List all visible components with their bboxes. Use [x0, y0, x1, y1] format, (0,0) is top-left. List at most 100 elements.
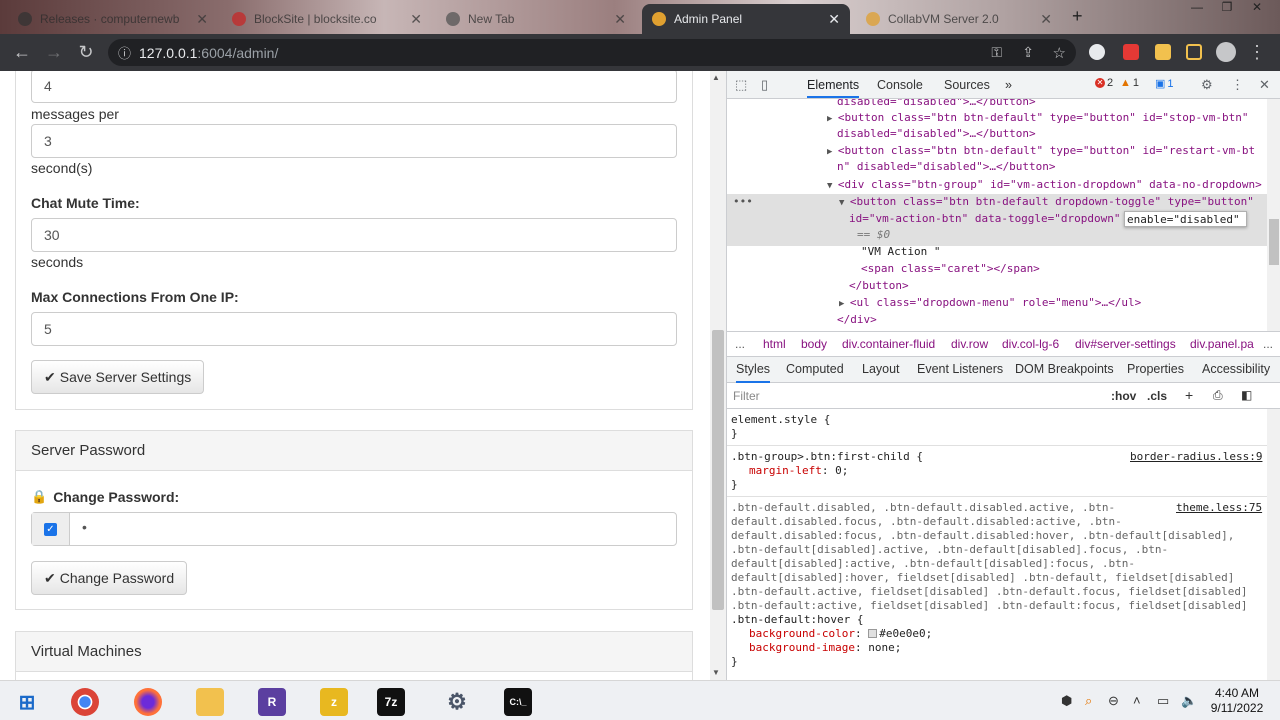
- ellipsis-icon[interactable]: •••: [733, 194, 753, 210]
- css-selector[interactable]: default.disabled:focus, .btn-default.dis…: [731, 529, 1234, 543]
- chevron-up-icon[interactable]: ˄: [1133, 693, 1141, 708]
- tab-accessibility[interactable]: Accessibility: [1202, 362, 1270, 376]
- back-icon[interactable]: ←: [11, 41, 33, 63]
- css-selector[interactable]: default[disabled]:active, .btn-default[d…: [731, 557, 1135, 571]
- css-source-link[interactable]: border-radius.less:9: [1130, 450, 1262, 464]
- command-prompt-icon[interactable]: C:\_: [504, 688, 532, 716]
- network-icon[interactable]: ▭: [1157, 693, 1169, 709]
- tab-dom-breakpoints[interactable]: DOM Breakpoints: [1015, 362, 1114, 376]
- expand-arrow-icon[interactable]: ▶: [839, 299, 850, 309]
- settings-gear-icon[interactable]: ⚙: [1201, 77, 1213, 93]
- devtools-menu-icon[interactable]: ⋮: [1231, 77, 1244, 93]
- sidebar-icon[interactable]: [1186, 44, 1202, 60]
- attribute-edit-box[interactable]: enable="disabled": [1124, 211, 1247, 227]
- message-limit-field[interactable]: 4: [31, 71, 677, 103]
- restore-icon[interactable]: ❐: [1212, 0, 1242, 18]
- toggle-sidebar-icon[interactable]: ◧: [1241, 388, 1252, 402]
- css-selector[interactable]: .btn-default.active, fieldset[disabled] …: [731, 585, 1248, 599]
- styles-scrollbar[interactable]: [1267, 409, 1280, 680]
- css-declaration[interactable]: background-color: #e0e0e0;: [749, 627, 932, 641]
- 7zip-icon[interactable]: 7z: [377, 688, 405, 716]
- tab-releases[interactable]: Releases · computernewb ✕: [8, 4, 218, 34]
- attribute-edit-text[interactable]: enable="disabled": [1127, 212, 1240, 228]
- warning-badge[interactable]: ▲ 1: [1120, 77, 1139, 89]
- css-declaration[interactable]: margin-left: 0;: [749, 464, 848, 478]
- remote-desktop-icon[interactable]: R: [258, 688, 286, 716]
- tab-properties[interactable]: Properties: [1127, 362, 1184, 376]
- tab-blocksite[interactable]: BlockSite | blocksite.co ✕: [222, 4, 432, 34]
- tab-layout[interactable]: Layout: [862, 362, 900, 376]
- save-server-settings-button[interactable]: ✔ Save Server Settings: [31, 360, 205, 394]
- share-icon[interactable]: ⇪: [1022, 44, 1034, 61]
- chat-mute-field[interactable]: 30: [31, 218, 677, 252]
- breadcrumb-item[interactable]: html: [763, 337, 786, 351]
- dom-line[interactable]: ▶ <ul class="dropdown-menu" role="menu">…: [839, 295, 1141, 312]
- class-toggle[interactable]: .cls: [1147, 389, 1167, 403]
- scroll-down-icon[interactable]: ▼: [712, 668, 720, 677]
- device-toggle-icon[interactable]: ▯: [761, 77, 768, 93]
- close-icon[interactable]: ✕: [614, 11, 626, 28]
- tray-app-icon[interactable]: ⬢: [1061, 693, 1072, 709]
- collapse-arrow-icon[interactable]: ▼: [839, 198, 850, 208]
- minimize-icon[interactable]: —: [1182, 0, 1212, 18]
- css-selector[interactable]: .btn-default[disabled].active, .btn-defa…: [731, 543, 1168, 557]
- system-clock[interactable]: 4:40 AM 9/11/2022: [1200, 686, 1274, 716]
- dom-line[interactable]: </button>: [849, 278, 909, 294]
- dom-line[interactable]: <span class="caret"></span>: [861, 261, 1040, 277]
- tab-new-tab[interactable]: New Tab ✕: [436, 4, 636, 34]
- computed-styles-icon[interactable]: ⎙: [1213, 388, 1223, 403]
- reload-icon[interactable]: ↻: [75, 41, 97, 63]
- page-scrollbar-thumb[interactable]: [712, 330, 724, 610]
- elements-scrollbar-thumb[interactable]: [1269, 219, 1279, 265]
- styles-filter-input[interactable]: Filter: [733, 389, 760, 403]
- message-badge[interactable]: ▣ 1: [1155, 77, 1174, 91]
- breadcrumb-item[interactable]: div.col-lg-6: [1002, 337, 1059, 351]
- password-enable-checkbox[interactable]: ✓: [32, 513, 70, 545]
- dom-line[interactable]: </div>: [837, 312, 877, 328]
- zip-app-icon[interactable]: z: [320, 688, 348, 716]
- search-tray-icon[interactable]: ⌕: [1085, 693, 1092, 709]
- hover-toggle[interactable]: :hov: [1111, 389, 1136, 403]
- dom-line-selected[interactable]: id="vm-action-btn" data-toggle="dropdown…: [849, 211, 1121, 227]
- dom-line[interactable]: ▶ <button class="btn btn-default" type="…: [827, 110, 1248, 127]
- more-tabs-icon[interactable]: »: [1005, 78, 1012, 92]
- dom-line-selected[interactable]: ▼ <button class="btn btn-default dropdow…: [839, 194, 1254, 211]
- extensions-puzzle-icon[interactable]: [1155, 44, 1171, 60]
- blocksite-icon[interactable]: [1123, 44, 1139, 60]
- close-icon[interactable]: ✕: [1040, 11, 1052, 28]
- dom-line[interactable]: n" disabled="disabled">…</button>: [837, 159, 1056, 175]
- profile-flag-icon[interactable]: [1089, 44, 1105, 60]
- forward-icon[interactable]: →: [43, 41, 65, 63]
- new-rule-plus-icon[interactable]: +: [1185, 387, 1193, 403]
- css-selector[interactable]: .btn-default.disabled, .btn-default.disa…: [731, 501, 1115, 515]
- color-swatch-icon[interactable]: [868, 629, 878, 638]
- volume-icon[interactable]: 🔈: [1181, 693, 1197, 709]
- new-tab-button[interactable]: +: [1072, 6, 1083, 27]
- css-selector[interactable]: default.disabled.focus, .btn-default.dis…: [731, 515, 1122, 529]
- windows-start-icon[interactable]: ⊞: [13, 688, 41, 716]
- kebab-menu-icon[interactable]: ⋮: [1246, 41, 1268, 63]
- settings-gear-app-icon[interactable]: ⚙: [443, 688, 471, 716]
- scroll-up-icon[interactable]: ▲: [712, 73, 720, 82]
- firefox-icon[interactable]: [134, 688, 162, 716]
- css-selector[interactable]: .btn-group>.btn:first-child {: [731, 450, 923, 464]
- chrome-icon[interactable]: [71, 688, 99, 716]
- avatar[interactable]: [1216, 42, 1236, 62]
- breadcrumb-item[interactable]: div#server-settings: [1075, 337, 1176, 351]
- password-field[interactable]: •: [82, 519, 87, 535]
- star-icon[interactable]: ☆: [1053, 44, 1066, 62]
- inspect-icon[interactable]: ⬚: [735, 77, 747, 93]
- tab-elements[interactable]: Elements: [807, 78, 860, 98]
- expand-arrow-icon[interactable]: ▶: [827, 114, 838, 124]
- dom-line[interactable]: disabled="disabled">…</button>: [837, 126, 1036, 142]
- css-selector[interactable]: .btn-default:hover {: [731, 613, 863, 627]
- collapse-arrow-icon[interactable]: ▼: [827, 181, 838, 191]
- elements-tree[interactable]: disabled="disabled">…</button> ▶ <button…: [727, 99, 1267, 331]
- css-selector[interactable]: default[disabled]:hover, fieldset[disabl…: [731, 571, 1234, 585]
- breadcrumb-item[interactable]: div.container-fluid: [842, 337, 935, 351]
- css-selector[interactable]: element.style {: [731, 413, 830, 427]
- css-source-link[interactable]: theme.less:75: [1176, 501, 1262, 515]
- close-icon[interactable]: ✕: [410, 11, 422, 28]
- error-badge[interactable]: ✕ 2: [1095, 77, 1113, 89]
- breadcrumb-item[interactable]: div.row: [951, 337, 988, 351]
